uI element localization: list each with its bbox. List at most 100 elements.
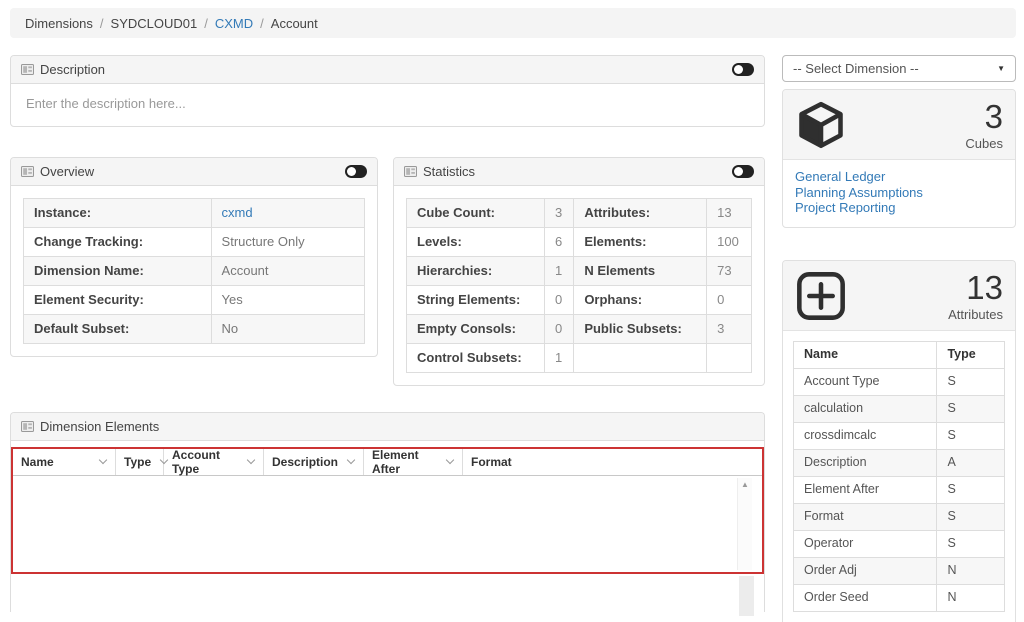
stat-value: 6 xyxy=(545,228,574,257)
attribute-name: Order Seed xyxy=(794,584,937,611)
cube-icon xyxy=(795,99,847,151)
attribute-name: Order Adj xyxy=(794,557,937,584)
description-toggle[interactable] xyxy=(732,63,754,76)
stat-value: 3 xyxy=(545,199,574,228)
table-row: Cube Count: 3 Attributes: 13 xyxy=(407,199,752,228)
cubes-label: Cubes xyxy=(965,136,1003,151)
table-row: Empty Consols: 0 Public Subsets: 3 xyxy=(407,315,752,344)
cube-link-planning-assumptions[interactable]: Planning Assumptions xyxy=(795,185,1003,201)
stat-value: 0 xyxy=(707,286,752,315)
select-arrow-icon: ▼ xyxy=(997,64,1005,73)
chevron-down-icon[interactable] xyxy=(247,456,255,464)
statistics-table: Cube Count: 3 Attributes: 13 Levels: 6 E… xyxy=(406,198,752,373)
attribute-name: Description xyxy=(794,449,937,476)
table-row: Element Security: Yes xyxy=(24,286,365,315)
stat-value: 1 xyxy=(545,344,574,373)
column-header-description[interactable]: Description xyxy=(264,449,364,475)
overview-value: No xyxy=(211,315,364,344)
stat-label: Empty Consols: xyxy=(407,315,545,344)
dimension-elements-grid-header: Name Type Account Type Description Eleme… xyxy=(13,449,762,476)
overview-label: Element Security: xyxy=(24,286,212,315)
scroll-up-icon[interactable]: ▲ xyxy=(738,478,752,491)
table-header-row: Name Type xyxy=(794,341,1005,368)
statistics-panel-header: Statistics xyxy=(394,158,764,186)
attribute-name: Format xyxy=(794,503,937,530)
dimension-elements-panel: Dimension Elements Name Type Account Typ… xyxy=(10,412,765,612)
cubes-links: General Ledger Planning Assumptions Proj… xyxy=(783,160,1015,227)
overview-label: Dimension Name: xyxy=(24,257,212,286)
stat-value: 0 xyxy=(545,286,574,315)
cube-link-general-ledger[interactable]: General Ledger xyxy=(795,169,1003,185)
instance-link[interactable]: cxmd xyxy=(222,205,253,220)
attributes-card: 13 Attributes Name Type Account Type S xyxy=(782,260,1016,622)
attributes-label: Attributes xyxy=(948,307,1003,322)
dimension-select-value: -- Select Dimension -- xyxy=(793,61,919,76)
panel-card-icon xyxy=(21,166,34,177)
description-panel-body: Enter the description here... xyxy=(11,84,764,126)
attribute-type: S xyxy=(937,368,1005,395)
description-panel: Description Enter the description here..… xyxy=(10,55,765,127)
attribute-name: Account Type xyxy=(794,368,937,395)
column-header-element-after[interactable]: Element After xyxy=(364,449,463,475)
table-row: Order Seed N xyxy=(794,584,1005,611)
grid-scrollbar[interactable]: ▲ xyxy=(737,478,752,570)
attributes-card-body: Name Type Account Type S calculation S c… xyxy=(783,331,1015,622)
table-row: Instance: cxmd xyxy=(24,199,365,228)
breadcrumb-separator: / xyxy=(260,16,264,31)
cube-link-project-reporting[interactable]: Project Reporting xyxy=(795,200,1003,216)
statistics-panel-title: Statistics xyxy=(423,164,475,179)
description-input[interactable]: Enter the description here... xyxy=(26,96,749,111)
attribute-type: A xyxy=(937,449,1005,476)
stat-label: String Elements: xyxy=(407,286,545,315)
table-row: Account Type S xyxy=(794,368,1005,395)
breadcrumb-item-dimensions: Dimensions xyxy=(25,16,93,31)
overview-label: Default Subset: xyxy=(24,315,212,344)
stat-value: 100 xyxy=(707,228,752,257)
stat-label: N Elements xyxy=(574,257,707,286)
breadcrumb-separator: / xyxy=(204,16,208,31)
panel-card-icon xyxy=(21,64,34,75)
chevron-down-icon[interactable] xyxy=(347,456,355,464)
overview-panel-title: Overview xyxy=(40,164,94,179)
dimension-select[interactable]: -- Select Dimension -- ▼ xyxy=(782,55,1016,82)
overview-label: Change Tracking: xyxy=(24,228,212,257)
overview-toggle[interactable] xyxy=(345,165,367,178)
dimension-elements-panel-title: Dimension Elements xyxy=(40,419,159,434)
dimension-elements-grid-highlight: Name Type Account Type Description Eleme… xyxy=(11,447,764,574)
table-row: Order Adj N xyxy=(794,557,1005,584)
stat-label: Levels: xyxy=(407,228,545,257)
dimension-elements-grid-body: ▲ xyxy=(13,476,762,572)
statistics-panel: Statistics Cube Count: 3 Attributes: 13 xyxy=(393,157,765,386)
column-header-format[interactable]: Format xyxy=(463,449,762,475)
cubes-card: 3 Cubes General Ledger Planning Assumpti… xyxy=(782,89,1016,228)
table-row: crossdimcalc S xyxy=(794,422,1005,449)
stat-label: Orphans: xyxy=(574,286,707,315)
stat-value: 73 xyxy=(707,257,752,286)
column-header-type[interactable]: Type xyxy=(116,449,164,475)
breadcrumb-item-server: SYDCLOUD01 xyxy=(111,16,198,31)
attribute-name: crossdimcalc xyxy=(794,422,937,449)
stat-value: 1 xyxy=(545,257,574,286)
statistics-toggle[interactable] xyxy=(732,165,754,178)
column-header-account-type[interactable]: Account Type xyxy=(164,449,264,475)
chevron-down-icon[interactable] xyxy=(99,456,107,464)
column-header-name[interactable]: Name xyxy=(13,449,116,475)
dimension-elements-panel-header: Dimension Elements xyxy=(11,413,764,441)
plus-square-icon xyxy=(795,270,847,322)
panel-card-icon xyxy=(21,421,34,432)
stat-value: 13 xyxy=(707,199,752,228)
chevron-down-icon[interactable] xyxy=(446,456,454,464)
table-row: String Elements: 0 Orphans: 0 xyxy=(407,286,752,315)
breadcrumb-item-instance-link[interactable]: CXMD xyxy=(215,16,253,31)
attribute-type: S xyxy=(937,395,1005,422)
stat-value: 0 xyxy=(545,315,574,344)
table-row: Dimension Name: Account xyxy=(24,257,365,286)
table-row: Change Tracking: Structure Only xyxy=(24,228,365,257)
attributes-count: 13 xyxy=(948,270,1003,306)
attribute-name: calculation xyxy=(794,395,937,422)
grid-scrollbar-track[interactable] xyxy=(739,576,754,616)
attributes-card-header: 13 Attributes xyxy=(783,261,1015,331)
description-panel-title: Description xyxy=(40,62,105,77)
breadcrumb-separator: / xyxy=(100,16,104,31)
overview-label: Instance: xyxy=(24,199,212,228)
